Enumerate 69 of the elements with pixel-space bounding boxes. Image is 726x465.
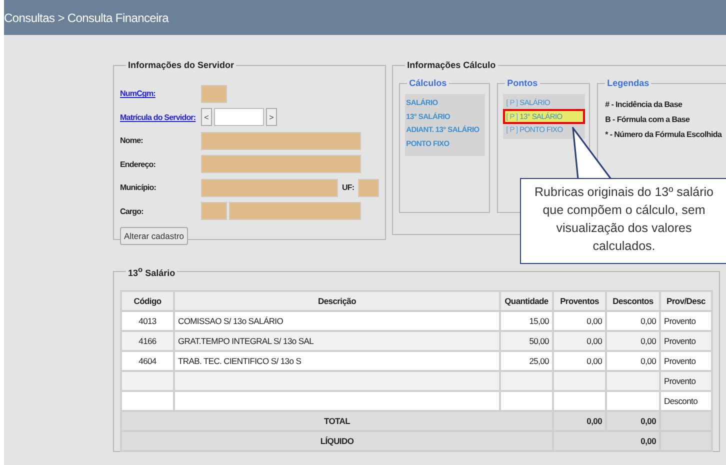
next-button[interactable]: > bbox=[266, 108, 277, 126]
table-cell bbox=[500, 391, 553, 411]
field-label: Endereço: bbox=[120, 160, 156, 169]
column-header: Código bbox=[121, 291, 174, 311]
input-field[interactable] bbox=[201, 132, 361, 150]
column-header: Descontos bbox=[606, 291, 660, 311]
table-cell: Desconto bbox=[660, 391, 712, 411]
table-cell: 4166 bbox=[121, 331, 174, 351]
legend-text: # - Incidência da Base bbox=[605, 100, 684, 109]
input-field[interactable] bbox=[201, 202, 227, 220]
table-cell: 0,00 bbox=[553, 311, 606, 331]
callout-pointer bbox=[572, 127, 612, 180]
legend-text: B - Fórmula com a Base bbox=[605, 115, 691, 124]
panel-title: Pontos bbox=[506, 78, 539, 88]
column-header: Quantidade bbox=[500, 291, 553, 311]
table-cell: 0,00 bbox=[606, 311, 660, 331]
legend-text: * - Número da Fórmula Escolhida bbox=[605, 130, 722, 139]
column-header: Prov/Desc bbox=[660, 291, 712, 311]
table-cell bbox=[121, 371, 174, 391]
input-field[interactable] bbox=[358, 178, 380, 197]
previous-button[interactable]: < bbox=[201, 108, 212, 126]
table-cell: Provento bbox=[660, 331, 712, 351]
panel-title: Informações Cálculo bbox=[406, 60, 497, 70]
table-cell: 50,00 bbox=[500, 331, 553, 351]
table-cell: Provento bbox=[660, 351, 712, 371]
table-cell: Provento bbox=[660, 311, 712, 331]
input-field[interactable] bbox=[214, 108, 264, 126]
table-cell bbox=[553, 391, 606, 411]
panel-title: 13$^{o}$ Salário bbox=[127, 265, 176, 278]
table-cell bbox=[606, 371, 660, 391]
column-header: Descrição bbox=[174, 291, 500, 311]
table-cell: TRAB. TEC. CIENTIFICO S/ 13o S bbox=[174, 351, 500, 371]
net-label: LÍQUIDO bbox=[121, 431, 553, 451]
callout-text: Rubricas originais do 13º salário que compõem o cálculo, sem visualização dos valores calculados. bbox=[520, 178, 726, 264]
input-field[interactable] bbox=[201, 84, 227, 103]
total-label: TOTAL bbox=[121, 411, 553, 431]
table-cell: 4604 bbox=[121, 351, 174, 371]
table-cell: 0,00 bbox=[606, 351, 660, 371]
breadcrumb: Consultas > Consulta Financeira bbox=[4, 10, 168, 24]
table-cell: Provento bbox=[660, 371, 712, 391]
column-header: Proventos bbox=[553, 291, 606, 311]
panel-title: Cálculos bbox=[408, 78, 448, 88]
table-cell: 4013 bbox=[121, 311, 174, 331]
table-cell: 15,00 bbox=[500, 311, 553, 331]
table-cell bbox=[121, 391, 174, 411]
total-cell: 0,00 bbox=[606, 411, 660, 431]
edit-button[interactable]: Alterar cadastro bbox=[120, 227, 188, 245]
table-cell bbox=[553, 371, 606, 391]
input-field[interactable] bbox=[229, 202, 361, 220]
field-label: Município: bbox=[120, 183, 156, 192]
table-cell bbox=[606, 391, 660, 411]
table-cell: 0,00 bbox=[553, 331, 606, 351]
table-cell: 25,00 bbox=[500, 351, 553, 371]
table-cell: COMISSAO S/ 13o SALÁRIO bbox=[174, 311, 500, 331]
input-field[interactable] bbox=[201, 155, 361, 174]
total-cell: 0,00 bbox=[553, 411, 606, 431]
panel-title: Informações do Servidor bbox=[127, 60, 236, 70]
panel-title: Legendas bbox=[606, 78, 650, 88]
field-label: Cargo: bbox=[120, 206, 144, 216]
input-field[interactable] bbox=[201, 178, 338, 197]
field-label: UF: bbox=[342, 183, 354, 192]
table-cell: GRAT.TEMPO INTEGRAL S/ 13o SAL bbox=[174, 331, 500, 351]
field-link[interactable]: NumCgm: bbox=[120, 89, 156, 98]
table-cell: 0,00 bbox=[553, 351, 606, 371]
net-cell: 0,00 bbox=[553, 431, 660, 451]
field-link[interactable]: Matrícula do Servidor: bbox=[120, 112, 196, 122]
table-cell: 0,00 bbox=[606, 331, 660, 351]
field-label: Nome: bbox=[120, 136, 143, 146]
table-cell bbox=[500, 371, 553, 391]
